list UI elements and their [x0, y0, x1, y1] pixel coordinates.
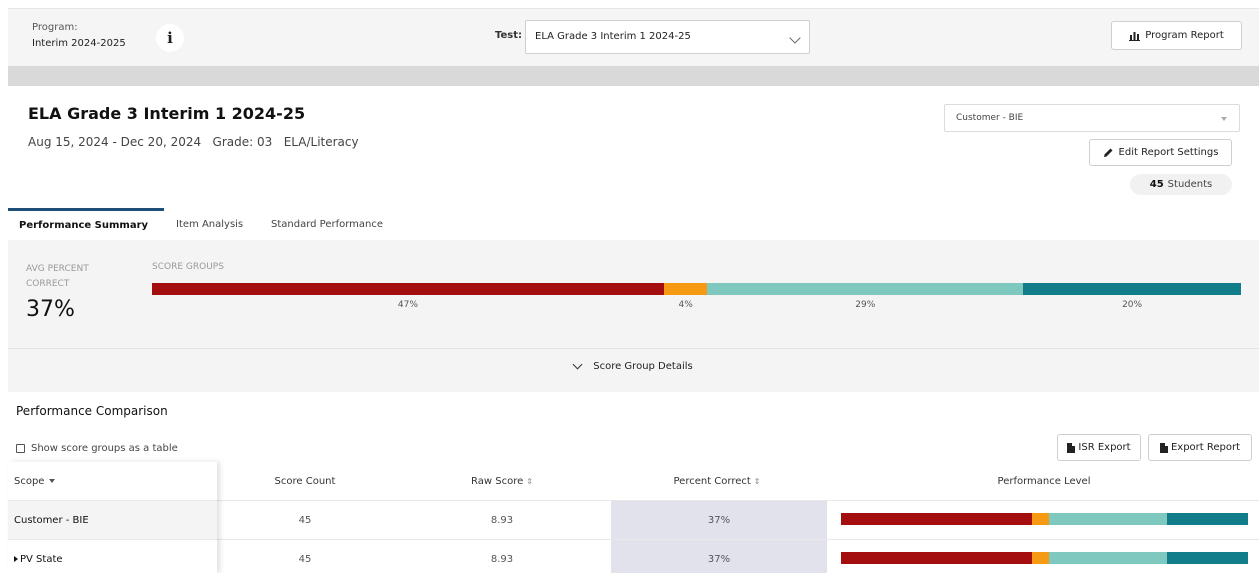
avg-percent-value: 37%: [26, 297, 75, 322]
percent-correct-header-label: Percent Correct: [673, 475, 751, 487]
show-score-groups-table[interactable]: Show score groups as a table: [16, 443, 178, 454]
performance-level-segment[interactable]: [1032, 513, 1049, 525]
document-icon: [1067, 442, 1076, 453]
scope-cell: Customer - BIE: [8, 501, 217, 539]
scope-name: PV State: [20, 553, 63, 565]
table-row: PV State 45 8.93 37%: [8, 539, 1259, 573]
info-icon[interactable]: i: [156, 24, 184, 52]
column-header-scope[interactable]: Scope: [14, 462, 56, 500]
comparison-table: Scope Score Count Raw Score ⇕ Percent Co…: [8, 462, 1259, 573]
tab-performance-summary[interactable]: Performance Summary: [8, 208, 164, 240]
customer-select[interactable]: Customer - BIE: [944, 104, 1240, 132]
caret-down-icon: [1221, 117, 1227, 121]
scope-cell[interactable]: PV State: [8, 540, 217, 573]
table-row: Customer - BIE 45 8.93 37%: [8, 500, 1259, 539]
performance-level-bar: [841, 552, 1248, 564]
score-group-segment[interactable]: [1023, 283, 1241, 295]
sort-icon: ⇕: [753, 476, 761, 486]
document-icon: [1159, 442, 1168, 453]
avg-percent-label: AVG PERCENT CORRECT: [26, 264, 89, 289]
test-label: Test:: [495, 30, 523, 41]
score-count-header-label: Score Count: [274, 475, 336, 487]
isr-export-button[interactable]: ISR Export: [1057, 434, 1141, 461]
performance-level-header-label: Performance Level: [997, 475, 1091, 487]
students-count: 45: [1149, 179, 1164, 190]
percent-correct-cell: 37%: [707, 553, 731, 565]
divider: [8, 348, 1259, 349]
tab-standard-performance[interactable]: Standard Performance: [271, 208, 383, 240]
report-tabs: Performance Summary Item Analysis Standa…: [8, 208, 1259, 240]
expand-triangle-icon[interactable]: [14, 556, 18, 562]
pencil-icon: [1103, 148, 1113, 157]
summary-panel: AVG PERCENT CORRECT 37% SCORE GROUPS 47%…: [8, 240, 1259, 392]
raw-score-cell: 8.93: [490, 514, 514, 526]
percent-correct-cell: 37%: [707, 514, 731, 526]
test-select-value: ELA Grade 3 Interim 1 2024-25: [535, 31, 691, 42]
show-table-label: Show score groups as a table: [31, 443, 178, 454]
tab-item-analysis[interactable]: Item Analysis: [176, 208, 243, 240]
raw-score-header-label: Raw Score: [471, 475, 524, 487]
export-report-label: Export Report: [1170, 442, 1241, 453]
performance-level-segment[interactable]: [841, 513, 1033, 525]
raw-score-cell: 8.93: [490, 553, 514, 565]
score-groups-label: SCORE GROUPS: [152, 262, 224, 272]
isr-export-label: ISR Export: [1078, 442, 1131, 453]
score-group-percent: 47%: [397, 300, 418, 310]
score-group-segment[interactable]: [152, 283, 664, 295]
page-subtitle: Aug 15, 2024 - Dec 20, 2024 Grade: 03 EL…: [28, 135, 359, 149]
scope-header-label: Scope: [14, 475, 45, 487]
edit-report-settings-label: Edit Report Settings: [1118, 147, 1219, 158]
top-bar: Program: Interim 2024-2025 i Test: ELA G…: [8, 8, 1259, 66]
score-count-cell: 45: [298, 553, 312, 565]
students-badge: 45 Students: [1130, 174, 1232, 195]
edit-report-settings-button[interactable]: Edit Report Settings: [1089, 139, 1232, 166]
show-table-checkbox[interactable]: [16, 444, 25, 453]
column-header-raw-score[interactable]: Raw Score ⇕: [471, 462, 533, 500]
score-group-details-toggle[interactable]: Score Group Details: [8, 359, 1259, 372]
score-group-segment[interactable]: [707, 283, 1024, 295]
performance-level-segment[interactable]: [841, 552, 1033, 564]
performance-level-segment[interactable]: [1032, 552, 1049, 564]
score-group-details-label: Score Group Details: [593, 361, 693, 372]
performance-level-segment[interactable]: [1048, 513, 1167, 525]
score-count-cell: 45: [298, 514, 312, 526]
program-report-label: Program Report: [1145, 30, 1224, 41]
score-group-percent: 29%: [855, 300, 876, 310]
performance-level-bar: [841, 513, 1248, 525]
test-select[interactable]: ELA Grade 3 Interim 1 2024-25: [525, 20, 810, 54]
page-title: ELA Grade 3 Interim 1 2024-25: [28, 104, 306, 123]
program-label: Program:: [32, 22, 78, 33]
students-label: Students: [1167, 179, 1213, 190]
performance-level-segment[interactable]: [1166, 513, 1248, 525]
program-report-button[interactable]: Program Report: [1111, 21, 1242, 50]
column-header-score-count: Score Count: [275, 462, 336, 500]
performance-level-segment[interactable]: [1048, 552, 1167, 564]
performance-level-segment[interactable]: [1166, 552, 1248, 564]
score-group-percent: 4%: [678, 300, 693, 310]
column-header-performance-level: Performance Level: [998, 462, 1091, 500]
sort-icon: ⇕: [526, 476, 533, 486]
score-groups-bar: [152, 283, 1241, 295]
program-value: Interim 2024-2025: [32, 38, 126, 49]
export-report-button[interactable]: Export Report: [1148, 434, 1252, 461]
chevron-down-icon: [789, 32, 801, 44]
score-group-segment[interactable]: [663, 283, 708, 295]
bar-chart-icon: [1129, 31, 1141, 41]
chevron-down-icon: [572, 359, 583, 370]
score-group-percent: 20%: [1122, 300, 1143, 310]
performance-comparison-title: Performance Comparison: [16, 404, 168, 418]
caret-down-icon: [49, 479, 56, 483]
scope-name: Customer - BIE: [14, 514, 89, 526]
column-header-percent-correct[interactable]: Percent Correct ⇕: [673, 462, 760, 500]
customer-select-value: Customer - BIE: [956, 113, 1024, 123]
toolbar-divider: [8, 66, 1259, 86]
